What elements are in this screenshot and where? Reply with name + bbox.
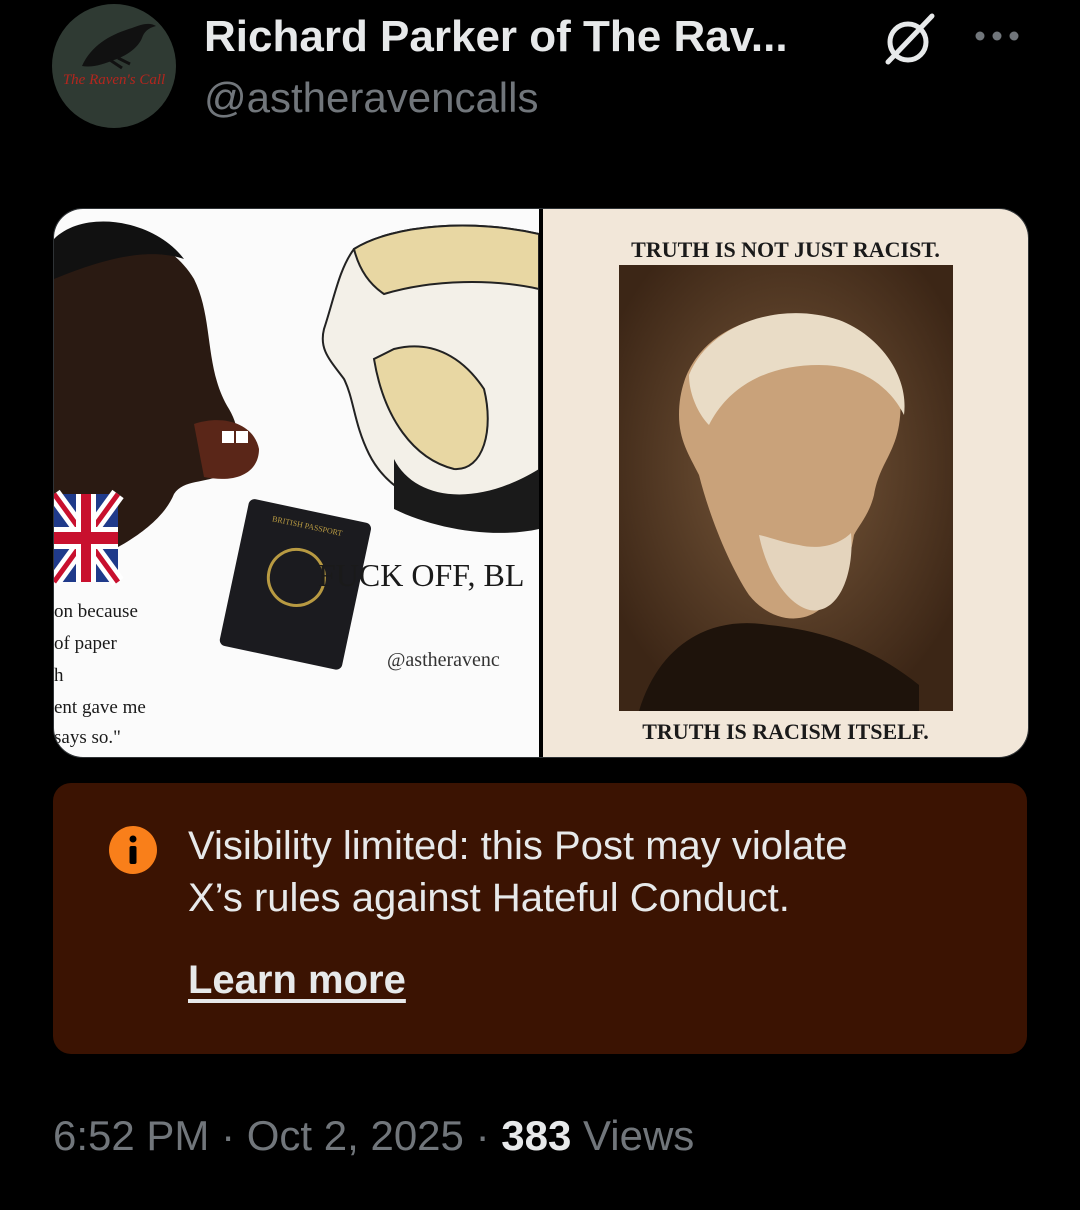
poster-image[interactable]: TRUTH IS NOT JUST RACIST. TRUTH IS RACIS… bbox=[543, 209, 1028, 757]
display-name[interactable]: Richard Parker of The Rav... bbox=[204, 12, 788, 62]
meme-caption-line: of paper bbox=[54, 633, 117, 654]
portrait-photo bbox=[619, 265, 953, 711]
post-date[interactable]: Oct 2, 2025 bbox=[247, 1112, 464, 1159]
meme-watermark: @astheravenc bbox=[387, 649, 500, 671]
meme-headline: FUCK OFF, BL bbox=[318, 557, 525, 593]
avatar[interactable]: The Raven's Call bbox=[52, 4, 176, 128]
post-time[interactable]: 6:52 PM bbox=[53, 1112, 209, 1159]
learn-more-link[interactable]: Learn more bbox=[188, 958, 406, 1003]
grok-icon[interactable] bbox=[880, 12, 940, 66]
separator: · bbox=[221, 1112, 236, 1159]
user-handle[interactable]: @astheravencalls bbox=[204, 74, 538, 122]
flag-icon bbox=[54, 489, 124, 587]
separator: · bbox=[475, 1112, 490, 1159]
meme-image[interactable]: BRITISH PASSPORT FUCK OFF, BL @astherave… bbox=[54, 209, 539, 757]
views-count[interactable]: 383 bbox=[501, 1112, 571, 1159]
info-icon bbox=[109, 826, 157, 874]
meme-caption-line: says so." bbox=[54, 727, 121, 748]
poster-top-text: TRUTH IS NOT JUST RACIST. bbox=[631, 237, 940, 262]
meme-caption-line: on because bbox=[54, 601, 138, 622]
meme-illustration: BRITISH PASSPORT bbox=[54, 221, 539, 670]
meme-caption-line: ent gave me bbox=[54, 697, 146, 718]
notice-line: X’s rules against Hateful Conduct. bbox=[188, 876, 790, 920]
raven-icon bbox=[82, 23, 156, 70]
avatar-logo-text: The Raven's Call bbox=[62, 72, 166, 88]
notice-line: Visibility limited: this Post may violat… bbox=[188, 824, 848, 868]
notice-message: Visibility limited: this Post may violat… bbox=[188, 820, 968, 924]
meme-caption-line: h bbox=[54, 665, 64, 686]
post-media[interactable]: BRITISH PASSPORT FUCK OFF, BL @astherave… bbox=[53, 208, 1029, 758]
poster-bottom-text: TRUTH IS RACISM ITSELF. bbox=[642, 719, 929, 744]
views-label: Views bbox=[583, 1112, 695, 1159]
more-options-icon[interactable] bbox=[972, 26, 1022, 46]
post-metadata: 6:52 PM · Oct 2, 2025 · 383 Views bbox=[53, 1112, 694, 1160]
